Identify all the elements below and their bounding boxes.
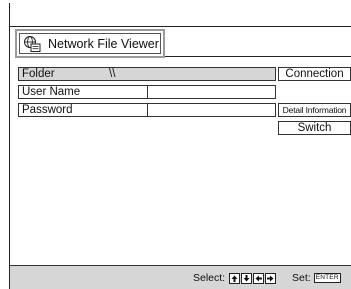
password-input[interactable] bbox=[147, 103, 276, 117]
password-label: Password bbox=[22, 104, 73, 116]
detail-information-button[interactable]: Detail Information bbox=[278, 103, 351, 117]
select-hint: Select: bbox=[193, 272, 277, 284]
select-label: Select: bbox=[193, 272, 226, 284]
title-tab: Network File Viewer bbox=[15, 29, 165, 58]
set-hint: Set: ENTER bbox=[292, 272, 341, 284]
left-arrow-icon bbox=[253, 272, 265, 284]
callout-line bbox=[9, 3, 10, 26]
folder-label: Folder bbox=[22, 68, 55, 80]
password-row: Password bbox=[18, 103, 276, 117]
down-arrow-icon bbox=[241, 272, 253, 284]
folder-value: \\ bbox=[109, 68, 116, 80]
window-title: Network File Viewer bbox=[48, 36, 159, 51]
set-label: Set: bbox=[292, 272, 311, 284]
username-row: User Name bbox=[18, 85, 276, 99]
username-input[interactable] bbox=[147, 85, 276, 99]
username-label: User Name bbox=[22, 86, 81, 98]
status-bar: Select: Set: ENTER bbox=[10, 265, 351, 289]
network-folder-icon bbox=[24, 35, 41, 52]
connection-button[interactable]: Connection bbox=[278, 67, 351, 81]
switch-button[interactable]: Switch bbox=[278, 121, 351, 135]
folder-field[interactable]: Folder \\ bbox=[18, 67, 276, 81]
enter-key-icon: ENTER bbox=[313, 273, 341, 283]
up-arrow-icon bbox=[229, 272, 241, 284]
title-divider bbox=[165, 56, 351, 57]
right-arrow-icon bbox=[265, 272, 277, 284]
network-file-viewer-screen: Network File Viewer Folder \\ Connection… bbox=[9, 26, 351, 289]
